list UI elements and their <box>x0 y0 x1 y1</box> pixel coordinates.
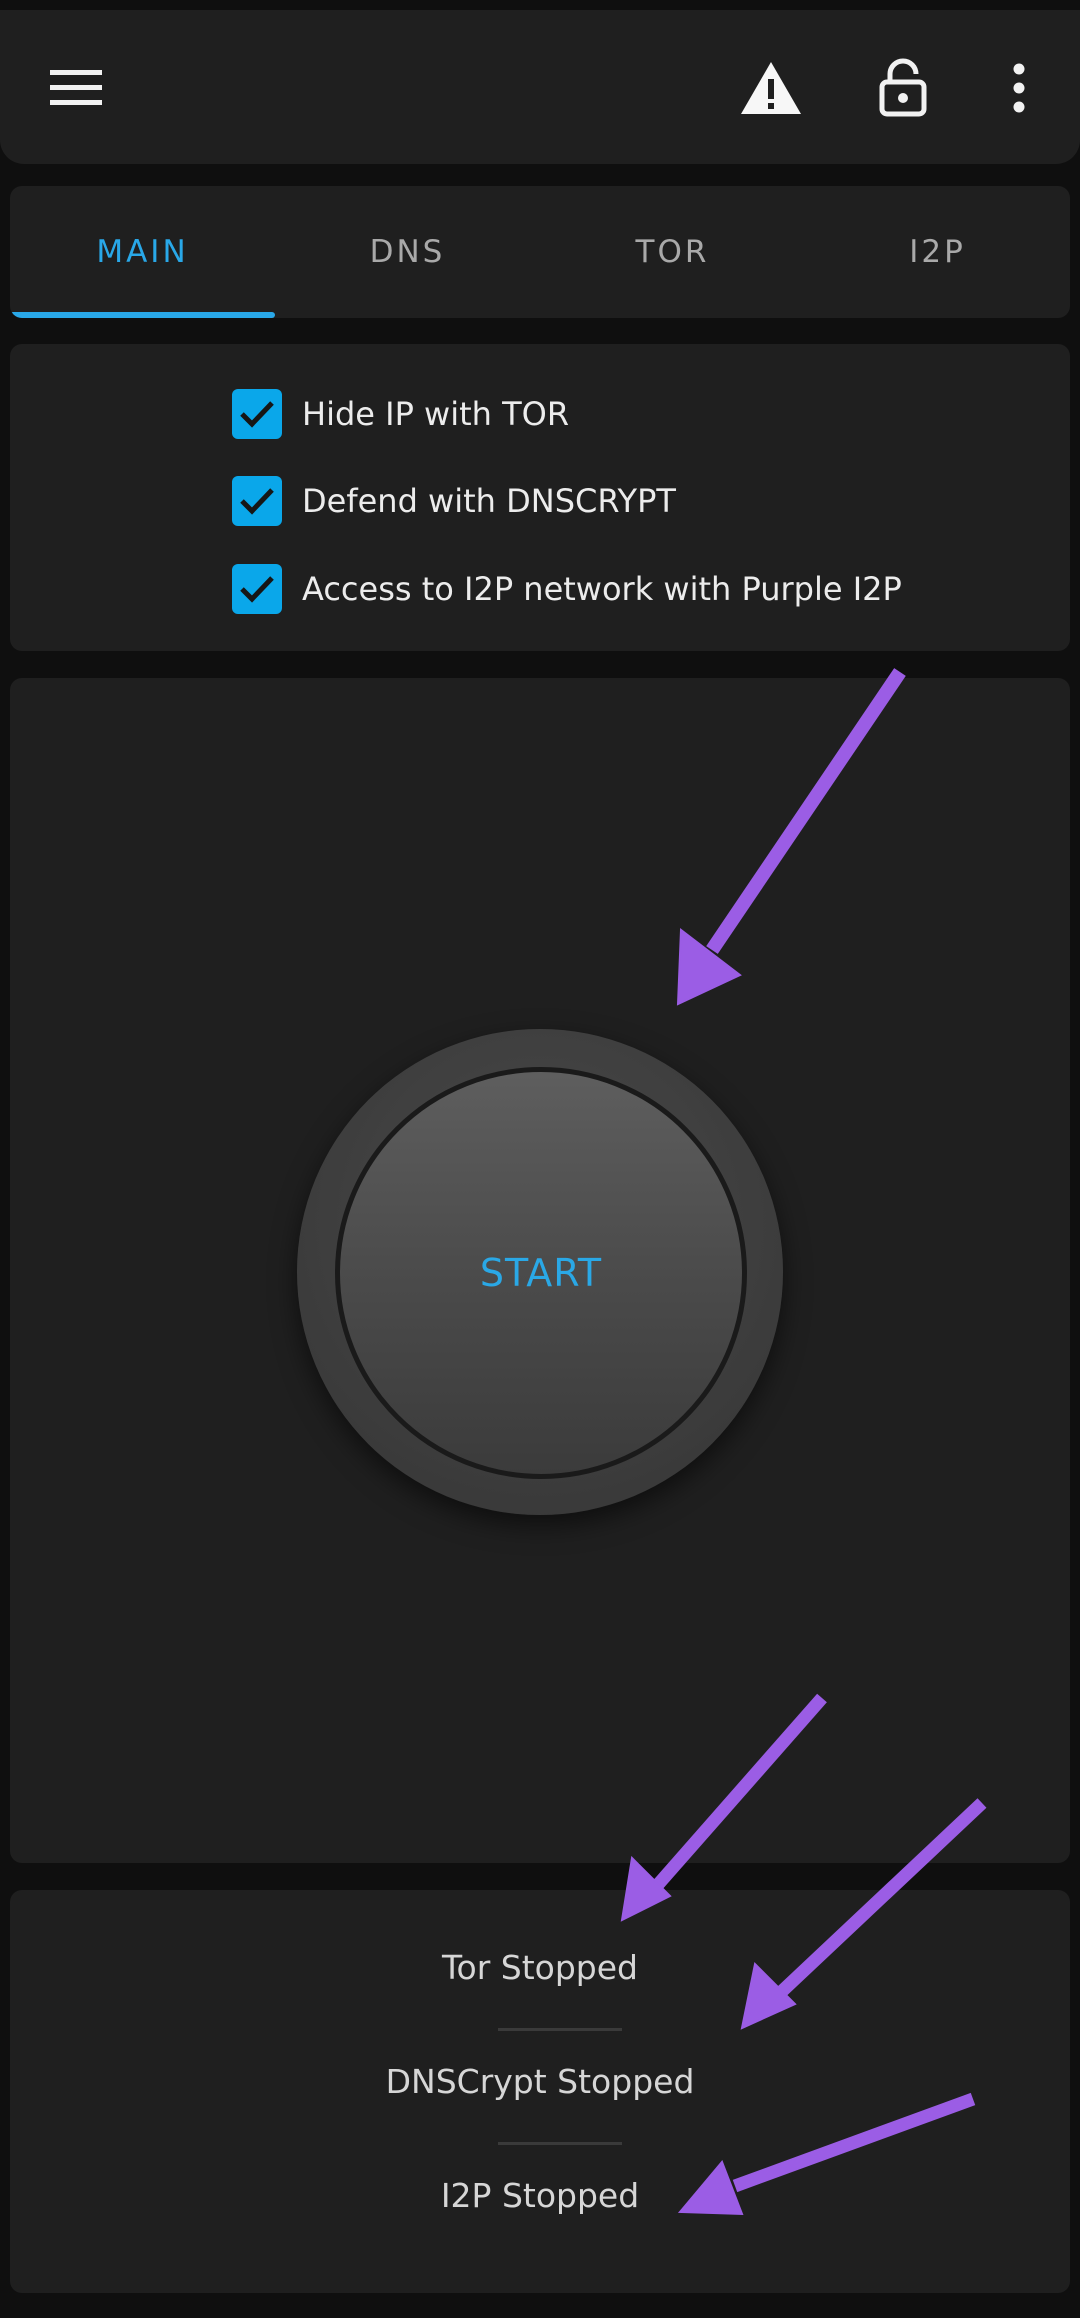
option-label: Hide IP with TOR <box>302 395 570 433</box>
start-button-inner[interactable]: START <box>335 1067 747 1479</box>
checkbox-checked-icon[interactable] <box>232 476 282 526</box>
tab-main[interactable]: MAIN <box>10 186 275 318</box>
more-vert-icon[interactable] <box>983 52 1055 124</box>
options-card: Hide IP with TOR Defend with DNSCRYPT Ac… <box>10 344 1070 651</box>
tor-status-text: Tor Stopped <box>441 1948 639 1987</box>
checkbox-checked-icon[interactable] <box>232 389 282 439</box>
tab-bar: MAIN DNS TOR I2P <box>10 186 1070 318</box>
status-divider <box>498 2028 622 2031</box>
option-access-i2p[interactable]: Access to I2P network with Purple I2P <box>232 560 902 618</box>
menu-icon[interactable] <box>40 52 112 124</box>
start-button[interactable]: START <box>297 1029 783 1515</box>
start-card: START <box>10 678 1070 1863</box>
tab-dns[interactable]: DNS <box>275 186 540 318</box>
warning-icon[interactable] <box>735 52 807 124</box>
option-label: Access to I2P network with Purple I2P <box>302 570 902 608</box>
tab-i2p[interactable]: I2P <box>805 186 1070 318</box>
option-hide-ip-tor[interactable]: Hide IP with TOR <box>232 385 569 443</box>
app-screen: MAIN DNS TOR I2P Hide IP with TOR Defend… <box>0 0 1080 2318</box>
option-label: Defend with DNSCRYPT <box>302 482 676 520</box>
checkbox-checked-icon[interactable] <box>232 564 282 614</box>
option-defend-dnscrypt[interactable]: Defend with DNSCRYPT <box>232 472 676 530</box>
top-app-bar <box>0 10 1080 164</box>
dnscrypt-status-text: DNSCrypt Stopped <box>385 2062 695 2101</box>
tab-tor[interactable]: TOR <box>540 186 805 318</box>
i2p-status-text: I2P Stopped <box>440 2176 640 2215</box>
status-divider <box>498 2142 622 2145</box>
status-card: Tor Stopped DNSCrypt Stopped I2P Stopped <box>10 1890 1070 2293</box>
lock-open-icon[interactable] <box>867 52 939 124</box>
start-button-label: START <box>479 1251 603 1295</box>
